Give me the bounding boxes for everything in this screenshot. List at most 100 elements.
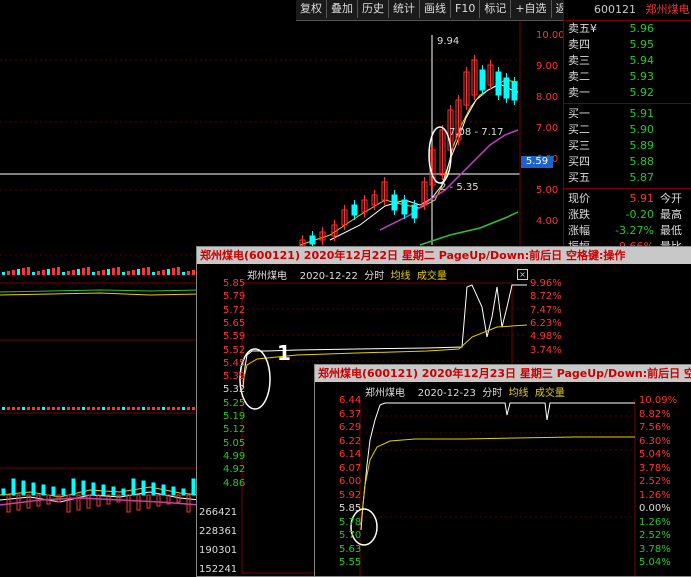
- indicator-bar: [47, 407, 50, 410]
- indicator-bar: [142, 407, 145, 410]
- price-tick: 6.37: [339, 408, 362, 420]
- pct-tick: 7.56%: [639, 422, 671, 433]
- price-tick: 6.29: [339, 422, 362, 433]
- toolbar-button[interactable]: +自选: [511, 0, 552, 18]
- volume-bar: [22, 268, 25, 275]
- toolbar-button[interactable]: 叠加: [327, 0, 358, 18]
- indicator-bar: [27, 407, 30, 410]
- price-axis-tick: 5.00: [536, 185, 559, 196]
- pct-tick: 5.04%: [639, 449, 671, 460]
- indicator-bar: [182, 407, 185, 410]
- price-tick: 6.44: [339, 395, 362, 406]
- quote-row: 现价 5.91 今开: [564, 191, 691, 207]
- volume-bar: [112, 268, 115, 275]
- indicator-bar: [37, 407, 40, 410]
- toolbar-button[interactable]: 统计: [389, 0, 420, 18]
- volume-bar: [7, 271, 10, 275]
- candle: [1, 488, 6, 496]
- stock-name[interactable]: 郑州煤电: [646, 3, 690, 16]
- candle: [136, 494, 141, 511]
- indicator-bar: [157, 407, 160, 410]
- indicator-bar: [112, 407, 115, 410]
- price-tick: 5.92: [339, 489, 362, 501]
- indicator-bar: [147, 407, 150, 410]
- quote-value: 5.91: [629, 192, 655, 205]
- candle: [91, 482, 96, 496]
- bid-levels: 买一 5.91 买二 5.90 买三 5.89 买四 5.88 买五 5.87: [564, 106, 691, 186]
- candle: [191, 478, 196, 496]
- quote-row: 买三 5.89: [564, 138, 691, 154]
- divider: [564, 188, 691, 189]
- toolbar-button[interactable]: 复权: [296, 0, 327, 18]
- quote-label: 涨跌: [568, 208, 590, 221]
- high-price-label: 9.94: [437, 36, 460, 47]
- range-label: 7.08 - 7.17: [449, 127, 504, 138]
- quote-label: 卖三: [568, 54, 590, 67]
- quote-row: 涨跌 -0.20 最高: [564, 207, 691, 223]
- volume-bar: [17, 269, 20, 275]
- pct-tick: 6.23%: [530, 317, 562, 329]
- price-tick: 4.86: [223, 477, 246, 489]
- quote-value: 5.88: [629, 155, 655, 168]
- price-tick: 5.39: [223, 371, 246, 383]
- indicator-bar: [77, 407, 80, 410]
- quote-label: 现价: [568, 192, 590, 205]
- price-tick: 5.25: [223, 397, 246, 409]
- volume-bar: [152, 272, 155, 275]
- price-tick: 4.99: [223, 450, 246, 462]
- price-axis-tick: 10.00: [536, 30, 565, 41]
- toolbar-button[interactable]: 画线: [420, 0, 451, 18]
- quote-row: 买二 5.90: [564, 122, 691, 138]
- quote-label: 涨幅: [568, 224, 590, 237]
- volume-bar: [192, 270, 195, 275]
- quote-extra: 今开: [660, 192, 682, 205]
- candle: [131, 478, 136, 496]
- indicator-bar: [167, 407, 170, 410]
- toolbar-button[interactable]: 历史: [358, 0, 389, 18]
- volume-bar: [132, 270, 135, 275]
- volume-bar: [82, 268, 85, 275]
- candle: [66, 494, 71, 513]
- volume-bars: [1, 267, 201, 513]
- volume-bar: [172, 268, 175, 275]
- volume-bar: [107, 269, 110, 275]
- quote-label: 卖五¥: [568, 22, 597, 35]
- quote-value: 5.92: [629, 86, 655, 99]
- quote-label: 卖二: [568, 70, 590, 83]
- volume-bar: [52, 268, 55, 275]
- indicator-bar: [137, 407, 140, 410]
- price-tick: 5.12: [223, 424, 246, 436]
- toolbar-button[interactable]: F10: [451, 0, 481, 18]
- volume-bar: [117, 267, 120, 275]
- quote-extra: 最低: [660, 224, 682, 237]
- indicator-bar: [22, 407, 25, 410]
- indicator-bar: [117, 407, 120, 410]
- volume-bar: [137, 269, 140, 275]
- price-tick: 5.63: [339, 543, 362, 555]
- quote-value: -0.20: [625, 208, 654, 221]
- candle: [51, 486, 56, 496]
- volume-bar: [2, 272, 5, 275]
- indicator-line-yellow2: [0, 292, 201, 296]
- candle: [86, 494, 91, 509]
- volume-bar: [147, 267, 150, 275]
- pct-tick: 3.78%: [639, 543, 671, 555]
- candle: [101, 484, 106, 496]
- quote-value: 5.91: [629, 107, 655, 120]
- intraday-popup-1223[interactable]: 郑州煤电(600121) 2020年12月23日 星期三 PageUp/Down…: [314, 364, 691, 577]
- intraday-chart-1223: [350, 399, 636, 576]
- candle: [81, 480, 86, 496]
- quote-label: 卖一: [568, 86, 590, 99]
- price-tick: 5.32: [223, 384, 246, 396]
- toolbar-button[interactable]: 标记: [480, 0, 512, 18]
- indicator-bar: [92, 407, 95, 410]
- price-tick: 5.55: [339, 557, 362, 568]
- price-tick: 5.65: [223, 317, 246, 329]
- candle: [111, 486, 116, 496]
- candle: [176, 494, 181, 503]
- indicator-bar: [82, 407, 85, 410]
- pct-tick: 8.82%: [639, 408, 671, 420]
- volume-bar: [162, 270, 165, 275]
- chart-toolbar: 复权叠加历史统计画线F10标记+自选返回: [296, 0, 583, 21]
- candle: [126, 494, 131, 513]
